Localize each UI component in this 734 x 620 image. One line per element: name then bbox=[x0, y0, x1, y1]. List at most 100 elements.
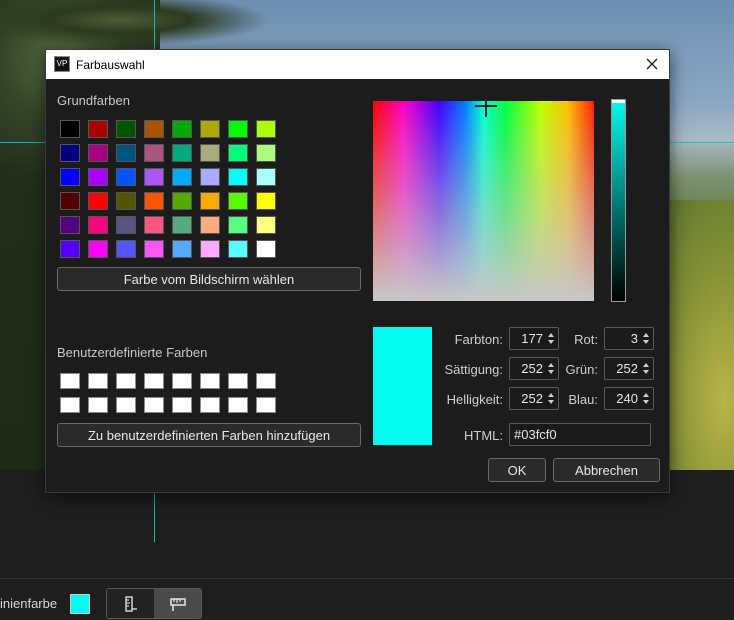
basic-color-swatch[interactable] bbox=[144, 216, 164, 234]
green-value[interactable]: 252 bbox=[605, 361, 641, 376]
custom-color-swatch[interactable] bbox=[60, 373, 80, 389]
basic-color-swatch[interactable] bbox=[228, 192, 248, 210]
brightness-slider[interactable] bbox=[611, 99, 626, 302]
arrow-up-icon[interactable] bbox=[643, 333, 649, 337]
green-spinbox[interactable]: 252 bbox=[604, 357, 654, 380]
custom-color-swatch[interactable] bbox=[200, 397, 220, 413]
basic-color-swatch[interactable] bbox=[144, 192, 164, 210]
custom-color-swatch[interactable] bbox=[116, 373, 136, 389]
crosshair-icon[interactable] bbox=[475, 95, 497, 117]
custom-color-swatch[interactable] bbox=[144, 397, 164, 413]
basic-color-swatch[interactable] bbox=[116, 168, 136, 186]
arrow-down-icon[interactable] bbox=[548, 370, 554, 374]
basic-color-swatch[interactable] bbox=[200, 168, 220, 186]
basic-color-swatch[interactable] bbox=[116, 240, 136, 258]
title-bar[interactable]: VP Farbauswahl bbox=[46, 50, 669, 79]
basic-color-swatch[interactable] bbox=[200, 216, 220, 234]
spin-arrows[interactable] bbox=[546, 333, 556, 344]
close-button[interactable] bbox=[643, 55, 661, 73]
red-value[interactable]: 3 bbox=[605, 331, 641, 346]
arrow-down-icon[interactable] bbox=[548, 400, 554, 404]
basic-color-swatch[interactable] bbox=[60, 120, 80, 138]
basic-color-swatch[interactable] bbox=[144, 120, 164, 138]
arrow-down-icon[interactable] bbox=[548, 340, 554, 344]
basic-color-swatch[interactable] bbox=[144, 168, 164, 186]
arrow-down-icon[interactable] bbox=[643, 400, 649, 404]
basic-color-swatch[interactable] bbox=[200, 192, 220, 210]
basic-color-swatch[interactable] bbox=[88, 240, 108, 258]
cancel-button[interactable]: Abbrechen bbox=[553, 458, 660, 482]
ruler-vertical-button[interactable] bbox=[107, 589, 154, 618]
pick-screen-color-button[interactable]: Farbe vom Bildschirm wählen bbox=[57, 267, 361, 291]
basic-color-swatch[interactable] bbox=[228, 216, 248, 234]
arrow-down-icon[interactable] bbox=[643, 340, 649, 344]
custom-color-swatch[interactable] bbox=[256, 373, 276, 389]
basic-color-swatch[interactable] bbox=[172, 120, 192, 138]
basic-color-swatch[interactable] bbox=[144, 240, 164, 258]
basic-color-swatch[interactable] bbox=[116, 192, 136, 210]
hue-value[interactable]: 177 bbox=[510, 331, 546, 346]
basic-color-swatch[interactable] bbox=[172, 216, 192, 234]
basic-color-swatch[interactable] bbox=[88, 168, 108, 186]
arrow-up-icon[interactable] bbox=[548, 333, 554, 337]
line-color-swatch[interactable] bbox=[70, 594, 90, 614]
hue-spinbox[interactable]: 177 bbox=[509, 327, 559, 350]
blue-spinbox[interactable]: 240 bbox=[604, 387, 654, 410]
custom-color-swatch[interactable] bbox=[228, 373, 248, 389]
spin-arrows[interactable] bbox=[546, 363, 556, 374]
custom-color-swatch[interactable] bbox=[144, 373, 164, 389]
basic-color-swatch[interactable] bbox=[200, 240, 220, 258]
ok-button[interactable]: OK bbox=[488, 458, 546, 482]
basic-color-swatch[interactable] bbox=[228, 144, 248, 162]
spin-arrows[interactable] bbox=[641, 393, 651, 404]
basic-color-swatch[interactable] bbox=[116, 144, 136, 162]
basic-color-swatch[interactable] bbox=[172, 144, 192, 162]
basic-color-swatch[interactable] bbox=[60, 192, 80, 210]
basic-color-swatch[interactable] bbox=[256, 120, 276, 138]
arrow-up-icon[interactable] bbox=[548, 363, 554, 367]
custom-color-swatch[interactable] bbox=[116, 397, 136, 413]
basic-color-swatch[interactable] bbox=[116, 120, 136, 138]
custom-color-swatch[interactable] bbox=[172, 397, 192, 413]
arrow-up-icon[interactable] bbox=[643, 393, 649, 397]
basic-color-swatch[interactable] bbox=[116, 216, 136, 234]
basic-color-swatch[interactable] bbox=[60, 144, 80, 162]
basic-color-swatch[interactable] bbox=[256, 216, 276, 234]
basic-color-swatch[interactable] bbox=[88, 192, 108, 210]
basic-color-swatch[interactable] bbox=[172, 192, 192, 210]
hue-saturation-picker[interactable] bbox=[373, 101, 594, 301]
basic-color-swatch[interactable] bbox=[172, 168, 192, 186]
brightness-slider-handle[interactable] bbox=[612, 100, 625, 103]
basic-color-swatch[interactable] bbox=[88, 144, 108, 162]
custom-color-swatch[interactable] bbox=[88, 373, 108, 389]
basic-color-swatch[interactable] bbox=[228, 120, 248, 138]
saturation-value[interactable]: 252 bbox=[510, 361, 546, 376]
html-hex-input[interactable]: #03fcf0 bbox=[509, 423, 651, 446]
brightness-value[interactable]: 252 bbox=[510, 391, 546, 406]
custom-color-swatch[interactable] bbox=[256, 397, 276, 413]
custom-color-swatch[interactable] bbox=[228, 397, 248, 413]
saturation-spinbox[interactable]: 252 bbox=[509, 357, 559, 380]
add-custom-color-button[interactable]: Zu benutzerdefinierten Farben hinzufügen bbox=[57, 423, 361, 447]
custom-color-swatch[interactable] bbox=[172, 373, 192, 389]
arrow-up-icon[interactable] bbox=[643, 363, 649, 367]
basic-color-swatch[interactable] bbox=[144, 144, 164, 162]
basic-color-swatch[interactable] bbox=[228, 168, 248, 186]
arrow-up-icon[interactable] bbox=[548, 393, 554, 397]
basic-color-swatch[interactable] bbox=[256, 168, 276, 186]
basic-color-swatch[interactable] bbox=[60, 240, 80, 258]
basic-color-swatch[interactable] bbox=[256, 144, 276, 162]
red-spinbox[interactable]: 3 bbox=[604, 327, 654, 350]
basic-color-swatch[interactable] bbox=[200, 120, 220, 138]
spin-arrows[interactable] bbox=[641, 363, 651, 374]
basic-color-swatch[interactable] bbox=[88, 120, 108, 138]
basic-color-swatch[interactable] bbox=[256, 192, 276, 210]
ruler-horizontal-button[interactable] bbox=[154, 589, 201, 618]
brightness-spinbox[interactable]: 252 bbox=[509, 387, 559, 410]
spin-arrows[interactable] bbox=[546, 393, 556, 404]
basic-color-swatch[interactable] bbox=[256, 240, 276, 258]
basic-color-swatch[interactable] bbox=[60, 216, 80, 234]
custom-color-swatch[interactable] bbox=[200, 373, 220, 389]
basic-color-swatch[interactable] bbox=[60, 168, 80, 186]
blue-value[interactable]: 240 bbox=[605, 391, 641, 406]
